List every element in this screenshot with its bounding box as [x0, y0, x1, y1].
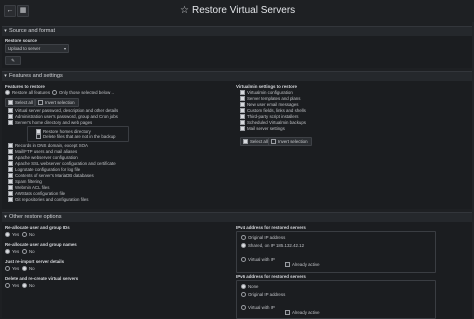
reimport-label: Just re-import server details [5, 259, 65, 264]
delete-files-checkbox[interactable]: Delete files that are not in the backup [36, 134, 116, 140]
ipv6-already-active-checkbox[interactable]: Already active [285, 310, 320, 316]
virtualmin-item[interactable]: Scheduled Virtualmin backups [240, 120, 306, 126]
features-panel: Features to restore Restore all features… [2, 81, 472, 209]
section-other-header[interactable]: ▾ Other restore options [2, 212, 472, 222]
ipv6-options: None Original IP address Virtual with IP… [236, 280, 436, 319]
ipv4-options: Original IP address Shared, on IP 185.13… [236, 231, 436, 273]
virtualmin-item[interactable]: Mail server settings [240, 126, 285, 132]
reallocate-uid-label: Re-allocate user and group IDs [5, 225, 70, 230]
feature-item[interactable]: Webmin ACL files [8, 185, 49, 191]
feature-item[interactable]: Administration user's password, group an… [8, 114, 118, 120]
ipv4-original-radio[interactable]: Original IP address [241, 235, 285, 241]
virtualmin-item[interactable]: Custom fields, links and shells [240, 108, 306, 114]
chevron-down-icon: ▾ [4, 214, 7, 220]
virtualmin-item[interactable]: Third-party script installers [240, 114, 298, 120]
home-dir-options: Restore homes directory Delete files tha… [27, 126, 129, 142]
section-features-header[interactable]: ▾ Features and settings [2, 71, 472, 81]
chevron-down-icon: ▾ [4, 28, 7, 34]
restore-all-radio[interactable]: Restore all features [5, 90, 50, 96]
feature-item[interactable]: Virtual server password, description and… [8, 108, 118, 114]
top-bar: ← ▦ ☆ Restore Virtual Servers [0, 0, 474, 22]
virtualmin-item[interactable]: New user email messages [240, 102, 299, 108]
pencil-icon: ✎ [11, 58, 15, 63]
restore-source-label: Restore source [5, 38, 37, 43]
select-all-button[interactable]: Select all [5, 98, 35, 107]
reimport-yes[interactable]: Yes [5, 266, 19, 272]
ipv6-label: IPv6 address for restored servers [236, 274, 306, 279]
feature-item[interactable]: Apache SSL webserver configuration and c… [8, 161, 116, 167]
source-panel: Restore source Upload to server ▾ ✎ [2, 36, 472, 68]
feature-item[interactable]: Logrotate configuration for log file [8, 167, 80, 173]
features-label: Features to restore [5, 84, 45, 89]
ipv4-virtual-radio[interactable]: Virtual with IP [241, 257, 275, 263]
reallocate-uid-yes[interactable]: Yes [5, 232, 19, 238]
ipv4-already-active-checkbox[interactable]: Already active [285, 262, 320, 268]
delete-recreate-label: Delete and re-create virtual servers [5, 276, 79, 281]
virtualmin-invert-selection-button[interactable]: Invert selection [268, 137, 312, 146]
ipv4-label: IPv4 address for restored servers [236, 225, 306, 230]
reallocate-uid-no[interactable]: No [22, 232, 35, 238]
virtualmin-select-all-button[interactable]: Select all [240, 137, 270, 146]
star-icon[interactable]: ☆ [180, 5, 189, 16]
restore-source-select[interactable]: Upload to server ▾ [5, 44, 69, 53]
section-source-header[interactable]: ▾ Source and format [2, 26, 472, 36]
chevron-down-icon: ▾ [4, 73, 7, 79]
feature-item[interactable]: Server's home directory and web pages [8, 120, 92, 126]
reallocate-names-label: Re-allocate user and group names [5, 242, 77, 247]
reimport-no[interactable]: No [22, 266, 35, 272]
ipv6-original-radio[interactable]: Original IP address [241, 292, 285, 298]
delete-recreate-yes[interactable]: Yes [5, 283, 19, 289]
only-selected-radio[interactable]: Only those selected below .. [52, 90, 114, 96]
ipv6-virtual-radio[interactable]: Virtual with IP [241, 305, 275, 311]
feature-item[interactable]: Git repositories and configuration files [8, 197, 88, 203]
ipv4-shared-radio[interactable]: Shared, on IP 185.132.42.12 [241, 243, 304, 249]
feature-item[interactable]: Mail/FTP users and mail aliases [8, 149, 77, 155]
reallocate-names-yes[interactable]: Yes [5, 249, 19, 255]
feature-item[interactable]: Records in DNS domain, except SOA [8, 143, 88, 149]
grid-icon[interactable]: ▦ [17, 5, 29, 17]
edit-button[interactable]: ✎ [5, 56, 21, 65]
virtualmin-item[interactable]: Virtualmin configuration [240, 90, 293, 96]
reallocate-names-no[interactable]: No [22, 249, 35, 255]
invert-selection-button[interactable]: Invert selection [35, 98, 79, 107]
ipv6-none-radio[interactable]: None [241, 284, 259, 290]
feature-item[interactable]: Contents of server's MariaDB databases [8, 173, 94, 179]
delete-recreate-no[interactable]: No [22, 283, 35, 289]
feature-item[interactable]: AWStats configuration file [8, 191, 65, 197]
feature-item[interactable]: Apache webserver configuration [8, 155, 78, 161]
other-options-panel: Re-allocate user and group IDs Yes No Re… [2, 222, 472, 319]
virtualmin-settings-label: Virtualmin settings to restore [236, 84, 297, 89]
chevron-down-icon: ▾ [63, 46, 66, 51]
virtualmin-item[interactable]: Server templates and plans [240, 96, 300, 102]
feature-item[interactable]: Spam filtering [8, 179, 42, 185]
back-icon[interactable]: ← [4, 5, 16, 17]
page-title: ☆ Restore Virtual Servers [180, 5, 296, 16]
